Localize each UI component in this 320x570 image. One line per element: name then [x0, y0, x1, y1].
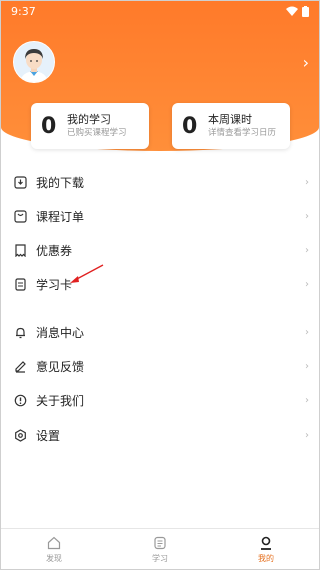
menu-item-feedback[interactable]: 意见反馈 › — [1, 349, 319, 383]
stat-number: 0 — [182, 113, 198, 139]
feedback-icon — [13, 359, 27, 373]
chevron-right-icon: › — [305, 176, 309, 188]
chevron-right-icon: › — [305, 210, 309, 222]
menu-item-label: 优惠券 — [36, 243, 73, 258]
study-card-icon — [13, 277, 27, 291]
coupon-icon — [13, 243, 27, 257]
status-time: 9:37 — [11, 4, 36, 18]
bell-icon — [13, 325, 27, 339]
tab-learn[interactable]: 学习 — [107, 529, 213, 569]
menu-item-about[interactable]: 关于我们 › — [1, 383, 319, 417]
stat-number: 0 — [41, 113, 57, 139]
chevron-right-icon: › — [305, 429, 309, 441]
battery-icon — [302, 5, 309, 17]
chevron-right-icon: › — [305, 360, 309, 372]
order-icon — [13, 209, 27, 223]
avatar-icon — [14, 42, 54, 82]
menu-item-messages[interactable]: 消息中心 › — [1, 315, 319, 349]
profile-chevron-right-icon[interactable]: › — [303, 53, 309, 72]
menu-item-orders[interactable]: 课程订单 › — [1, 199, 319, 233]
menu-item-label: 消息中心 — [36, 325, 85, 340]
status-icons — [286, 5, 309, 17]
tab-mine[interactable]: 我的 — [213, 529, 319, 569]
tab-discover[interactable]: 发现 — [1, 529, 107, 569]
avatar[interactable] — [13, 41, 55, 83]
menu-item-label: 关于我们 — [36, 393, 85, 408]
menu-item-label: 意见反馈 — [36, 359, 85, 374]
tab-label: 我的 — [258, 553, 274, 563]
menu-item-study-card[interactable]: 学习卡 › — [1, 267, 319, 301]
stat-title: 本周课时 — [208, 113, 252, 126]
info-icon — [13, 393, 27, 407]
chevron-right-icon: › — [305, 278, 309, 290]
menu-item-label: 我的下载 — [36, 175, 85, 190]
tab-label: 发现 — [46, 553, 62, 563]
annotation-arrow-icon — [70, 264, 104, 283]
menu-item-settings[interactable]: 设置 › — [1, 418, 319, 452]
profile-icon — [258, 535, 274, 551]
stat-subtitle: 已购买课程学习 — [67, 128, 127, 138]
chevron-right-icon: › — [305, 244, 309, 256]
chevron-right-icon: › — [305, 394, 309, 406]
wifi-icon — [286, 6, 298, 16]
menu-item-label: 课程订单 — [36, 209, 85, 224]
learn-icon — [152, 535, 168, 551]
home-icon — [46, 535, 62, 551]
menu-item-downloads[interactable]: 我的下载 › — [1, 165, 319, 199]
stat-subtitle: 详情查看学习日历 — [208, 128, 277, 138]
tab-label: 学习 — [152, 553, 168, 563]
status-bar: 9:37 — [11, 4, 309, 18]
chevron-right-icon: › — [305, 326, 309, 338]
menu-item-label: 设置 — [36, 428, 61, 443]
bottom-tab-bar: 发现 学习 我的 — [1, 528, 319, 569]
gear-icon — [13, 428, 27, 442]
download-icon — [13, 175, 27, 189]
profile-screen: 9:37 › 0 我的学习 已购买课程学习 0 本周课时 详情查看学习日历 我的… — [0, 0, 320, 570]
menu-item-coupons[interactable]: 优惠券 › — [1, 233, 319, 267]
stat-card-weekly-hours[interactable]: 0 本周课时 详情查看学习日历 — [172, 103, 290, 149]
stat-title: 我的学习 — [67, 113, 111, 126]
stat-card-my-study[interactable]: 0 我的学习 已购买课程学习 — [31, 103, 149, 149]
